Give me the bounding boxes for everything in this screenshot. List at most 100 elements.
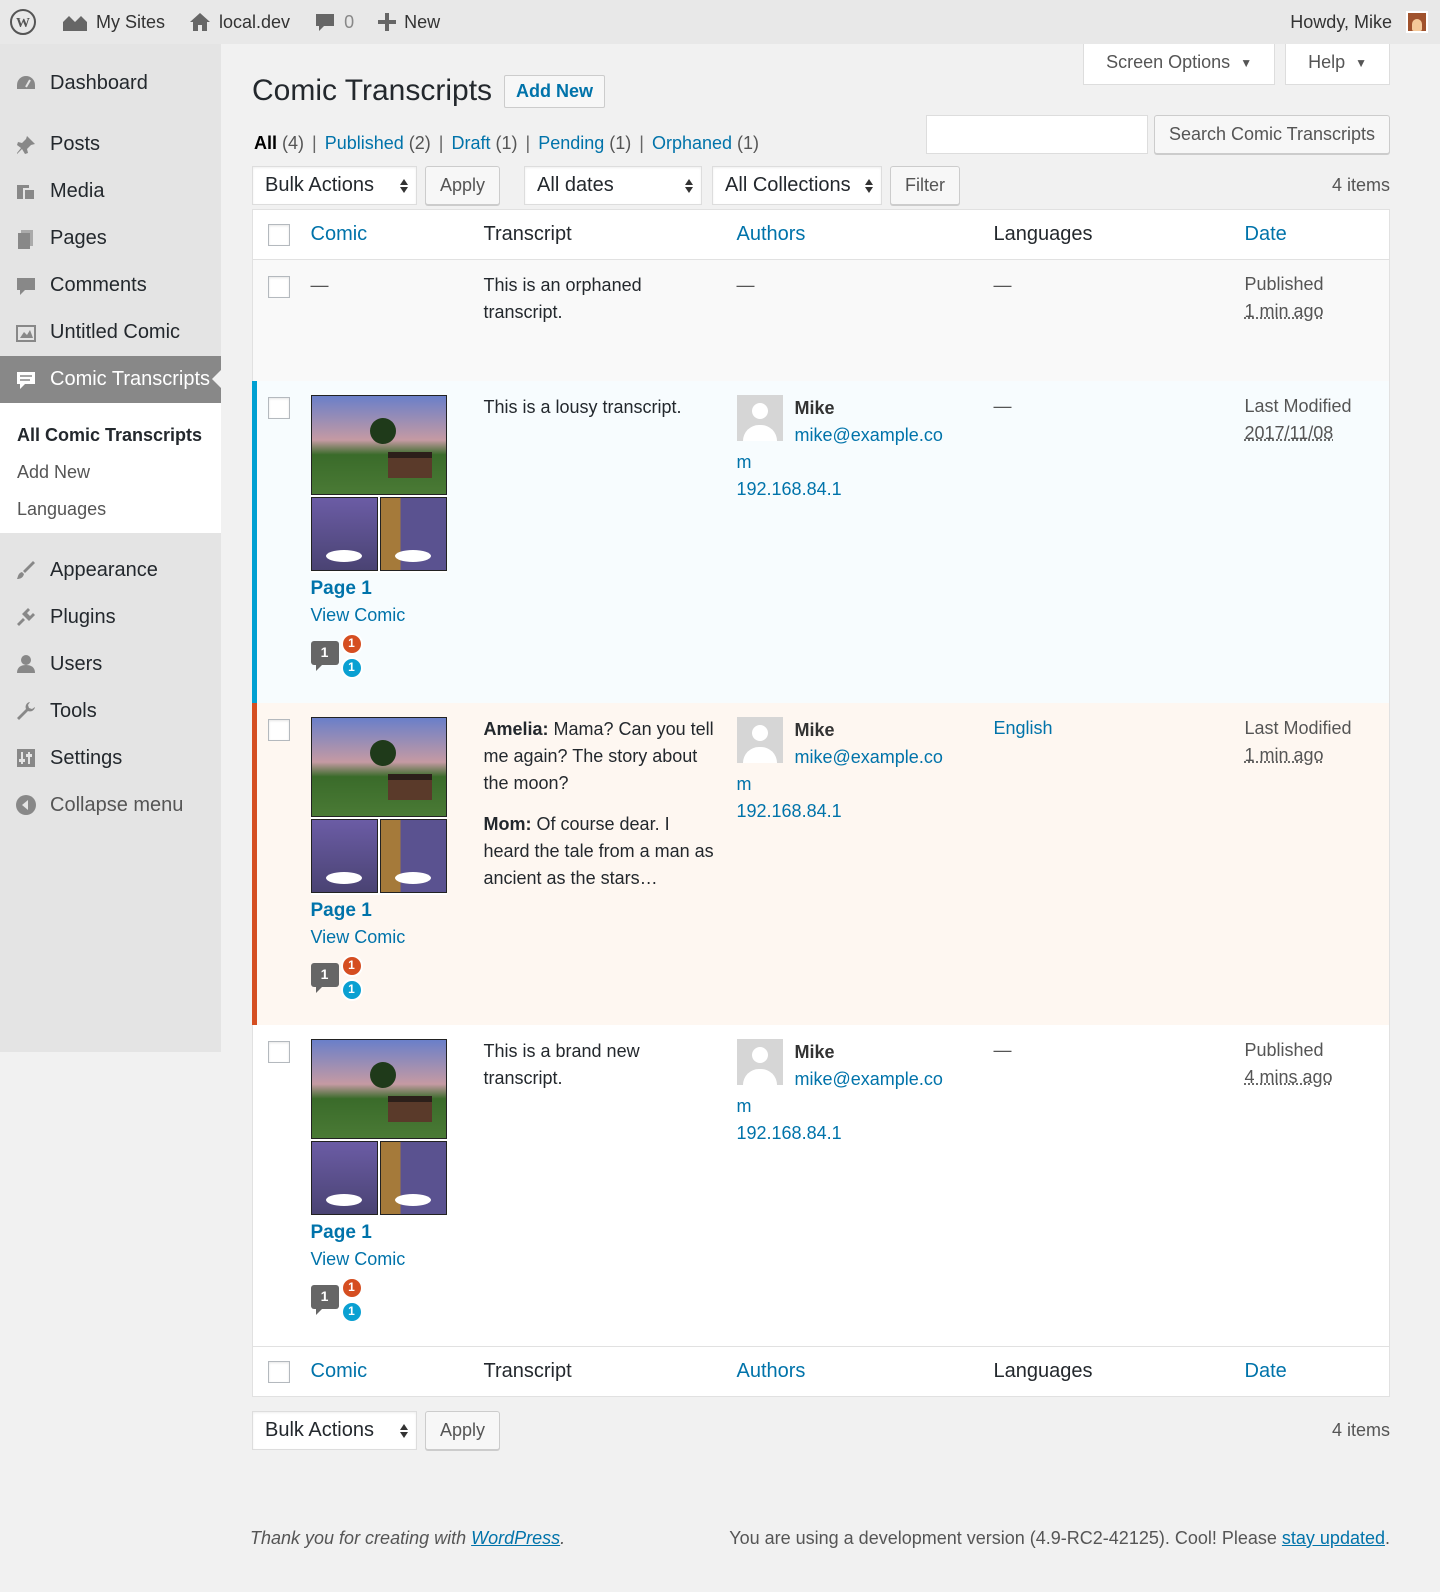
new-content-menu[interactable]: New (366, 0, 452, 44)
row-checkbox[interactable] (268, 718, 290, 741)
language-link[interactable]: English (994, 718, 1053, 738)
stay-updated-link[interactable]: stay updated (1282, 1528, 1385, 1548)
account-menu[interactable]: Howdy, Mike (1278, 0, 1440, 44)
sort-date-column[interactable]: Date (1245, 1360, 1287, 1382)
comment-bubble-icon (316, 14, 335, 31)
footer-text: Thank you for creating with (250, 1528, 472, 1548)
sort-date-column[interactable]: Date (1245, 223, 1287, 245)
author-email[interactable]: mike@example.co (795, 1066, 994, 1093)
pending-count-badge: 1 (340, 954, 363, 977)
row-checkbox[interactable] (268, 1040, 290, 1063)
wordpress-logo-icon[interactable]: W (0, 0, 50, 44)
menu-collapse[interactable]: Collapse menu (0, 782, 221, 829)
view-orphaned[interactable]: Orphaned (652, 133, 732, 153)
select-value: Bulk Actions (265, 174, 374, 196)
my-sites-menu[interactable]: My Sites (50, 0, 177, 44)
view-all[interactable]: All (254, 133, 277, 153)
filter-button[interactable]: Filter (890, 166, 961, 205)
date-filter-select[interactable]: All dates (524, 166, 703, 205)
pages-icon (14, 227, 38, 251)
view-count: (2) (408, 133, 431, 153)
help-label: Help (1308, 52, 1346, 72)
approved-count-badge: 1 (340, 1300, 363, 1323)
page-link[interactable]: Page 1 (311, 1219, 484, 1246)
comic-thumbnail[interactable] (310, 394, 447, 573)
apply-button[interactable]: Apply (425, 1411, 501, 1450)
submenu-add-new[interactable]: Add New (0, 454, 221, 491)
view-draft[interactable]: Draft (451, 133, 490, 153)
comment-badges[interactable]: 1 1 1 (310, 954, 371, 1003)
author-ip[interactable]: 192.168.84.1 (737, 1120, 994, 1147)
author-email-wrap[interactable]: m (737, 1093, 994, 1120)
menu-plugins[interactable]: Plugins (0, 594, 221, 641)
search-input[interactable] (925, 115, 1148, 154)
sort-authors-column[interactable]: Authors (737, 223, 806, 245)
author-ip[interactable]: 192.168.84.1 (737, 798, 994, 825)
items-count: 4 items (1331, 175, 1390, 195)
menu-posts[interactable]: Posts (0, 121, 221, 168)
row-checkbox[interactable] (268, 396, 290, 419)
languages-column-header: Languages (993, 1346, 1245, 1397)
comment-badges[interactable]: 1 1 1 (310, 632, 371, 681)
view-count: (1) (495, 133, 518, 153)
caret-down-icon: ▼ (1355, 55, 1367, 70)
page-link[interactable]: Page 1 (311, 575, 484, 602)
bulk-actions-select[interactable]: Bulk Actions (252, 166, 417, 205)
view-published[interactable]: Published (325, 133, 404, 153)
select-arrows-icon (400, 1423, 408, 1438)
collection-filter-select[interactable]: All Collections (712, 166, 883, 205)
site-name-label: local.dev (219, 11, 291, 32)
author-email[interactable]: mike@example.co (795, 744, 994, 771)
submenu-languages[interactable]: Languages (0, 491, 221, 528)
menu-appearance[interactable]: Appearance (0, 547, 221, 594)
menu-media[interactable]: Media (0, 168, 221, 215)
howdy-label: Howdy, Mike (1290, 11, 1392, 32)
comment-badges[interactable]: 1 1 1 (310, 1276, 371, 1325)
author-block: Mike mike@example.co m 192.168.84.1 (736, 703, 994, 825)
menu-label: Posts (50, 133, 101, 155)
search-button[interactable]: Search Comic Transcripts (1153, 115, 1390, 154)
row-checkbox[interactable] (268, 276, 290, 298)
site-name-menu[interactable]: local.dev (177, 0, 302, 44)
table-row: Page 1 View Comic 1 1 1 Amelia: Mama? Ca… (252, 702, 1390, 1025)
sort-authors-column[interactable]: Authors (737, 1360, 806, 1382)
comic-thumbnail[interactable] (310, 716, 447, 895)
menu-pages[interactable]: Pages (0, 215, 221, 262)
view-comic-link[interactable]: View Comic (311, 602, 484, 629)
comments-menu[interactable]: 0 (302, 0, 366, 44)
menu-tools[interactable]: Tools (0, 688, 221, 735)
wordpress-link[interactable]: WordPress (471, 1528, 560, 1548)
comic-thumbnail[interactable] (310, 1038, 447, 1217)
view-comic-link[interactable]: View Comic (311, 924, 484, 951)
add-new-button[interactable]: Add New (504, 74, 606, 108)
plus-icon (378, 13, 397, 31)
apply-button[interactable]: Apply (425, 166, 501, 205)
author-email[interactable]: mike@example.co (795, 422, 994, 449)
help-button[interactable]: Help ▼ (1285, 44, 1390, 85)
menu-settings[interactable]: Settings (0, 735, 221, 782)
menu-untitled-comic[interactable]: Untitled Comic (0, 309, 221, 356)
select-all-checkbox[interactable] (268, 223, 290, 246)
bulk-actions-select[interactable]: Bulk Actions (252, 1411, 417, 1450)
page-link[interactable]: Page 1 (311, 897, 484, 924)
author-email-wrap[interactable]: m (737, 771, 994, 798)
menu-comic-transcripts[interactable]: Comic Transcripts (0, 356, 221, 403)
author-email-wrap[interactable]: m (737, 449, 994, 476)
submenu-all-transcripts[interactable]: All Comic Transcripts (0, 417, 221, 454)
media-icon (14, 180, 38, 204)
pending-count-badge: 1 (340, 1276, 363, 1299)
sort-comic-column[interactable]: Comic (311, 1360, 368, 1382)
sort-comic-column[interactable]: Comic (311, 223, 368, 245)
transcript-text: This is a lousy transcript. (483, 396, 682, 417)
screen-options-button[interactable]: Screen Options ▼ (1083, 44, 1276, 85)
view-count: (1) (609, 133, 632, 153)
menu-comments[interactable]: Comments (0, 262, 221, 309)
select-all-checkbox[interactable] (268, 1360, 290, 1383)
view-comic-link[interactable]: View Comic (311, 1246, 484, 1273)
plug-icon (14, 605, 38, 629)
menu-dashboard[interactable]: Dashboard (0, 60, 221, 107)
menu-users[interactable]: Users (0, 641, 221, 688)
author-ip[interactable]: 192.168.84.1 (737, 476, 994, 503)
view-pending[interactable]: Pending (538, 133, 604, 153)
new-label: New (404, 11, 441, 32)
